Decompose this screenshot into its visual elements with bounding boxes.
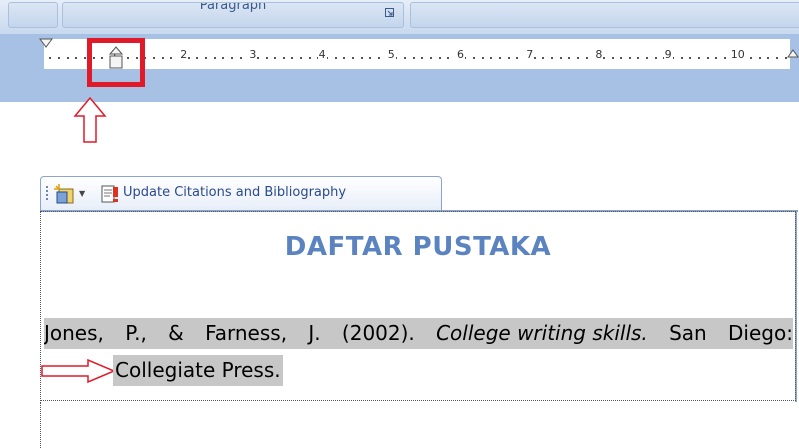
ruler-dot xyxy=(352,57,354,59)
ruler-dot xyxy=(377,57,380,59)
ruler-dot xyxy=(568,57,571,59)
reference-word: P., xyxy=(125,321,147,345)
ruler-dot xyxy=(308,57,311,59)
reference-line-2[interactable]: Collegiate Press. xyxy=(113,355,283,386)
ruler-dot xyxy=(360,57,363,59)
ruler-dot xyxy=(680,57,683,59)
ruler-dot xyxy=(412,57,415,59)
ruler-left-margin xyxy=(0,39,44,69)
ruler-dot xyxy=(153,57,156,59)
ruler-dot xyxy=(369,57,372,59)
ruler-dot xyxy=(628,57,631,59)
ruler-dot xyxy=(758,57,761,59)
ruler-dot xyxy=(654,57,657,59)
grip-icon xyxy=(46,186,50,200)
dialog-launcher-icon[interactable] xyxy=(385,8,395,18)
ruler-dot xyxy=(620,57,623,59)
reference-word: J. xyxy=(308,321,321,345)
ruler-dot xyxy=(239,57,242,59)
ruler-dot xyxy=(611,57,614,59)
reference-word: San xyxy=(669,321,707,345)
chevron-down-icon[interactable]: ▼ xyxy=(79,189,85,198)
ruler-dot xyxy=(300,57,303,59)
ruler-number: 8 xyxy=(594,48,604,61)
reference-word: Diego: xyxy=(728,321,793,345)
ruler-dot xyxy=(585,57,588,59)
ruler-dot xyxy=(775,57,778,59)
ruler-number: 3 xyxy=(248,48,258,61)
ruler-dot xyxy=(438,57,441,59)
highlight-box-annotation xyxy=(87,38,145,87)
ruler-dot xyxy=(291,57,294,59)
ruler-dot xyxy=(490,57,493,59)
ruler-dot xyxy=(767,57,770,59)
ruler-dot xyxy=(222,57,225,59)
ruler-dot xyxy=(57,57,60,59)
ruler-dot xyxy=(170,57,173,59)
ruler-number: 9 xyxy=(663,48,673,61)
ruler-dot xyxy=(576,57,579,59)
ruler-dot xyxy=(274,57,277,59)
ruler-number: 6 xyxy=(456,48,465,61)
ruler-dot xyxy=(550,57,553,59)
ruler-dot xyxy=(689,57,692,59)
ruler-dot xyxy=(213,57,216,59)
ruler-dot xyxy=(698,57,700,59)
ruler-dot xyxy=(403,57,406,59)
ruler-number: 10 xyxy=(729,48,746,61)
reference-title: College writing skills. xyxy=(436,321,648,345)
ribbon-group-left xyxy=(8,2,58,28)
citation-toolbar: ▼ Update Citations and Bibliography xyxy=(40,176,442,211)
ruler-number: 5 xyxy=(386,48,396,61)
ruler-dot xyxy=(66,57,69,59)
reference-word: & xyxy=(168,321,184,345)
paragraph-group-label: Paragraph xyxy=(62,2,404,28)
first-line-indent-marker[interactable] xyxy=(39,38,53,48)
reference-word: (2002). xyxy=(341,321,415,345)
ribbon-group-right xyxy=(410,2,799,28)
ruler-dot xyxy=(334,57,337,59)
ruler-dot xyxy=(481,57,484,59)
up-arrow-annotation-icon xyxy=(73,96,107,143)
ruler-number: 7 xyxy=(525,48,535,61)
right-arrow-annotation-icon xyxy=(41,358,116,384)
ruler-dot xyxy=(749,57,752,59)
reference-line-1[interactable]: Jones, P., & Farness, J. (2002). College writi… xyxy=(44,318,793,349)
ruler-number: 4 xyxy=(317,48,327,61)
ruler-dot xyxy=(559,57,562,59)
ruler-dot xyxy=(473,57,476,59)
ruler-dot xyxy=(715,57,718,59)
ruler-dot xyxy=(282,57,285,59)
ruler-dot xyxy=(499,57,502,59)
ruler-dot xyxy=(161,57,164,59)
bibliography-icon[interactable] xyxy=(53,183,77,205)
ruler-dot xyxy=(516,57,519,59)
ruler-dot xyxy=(706,57,709,59)
ruler-dot xyxy=(83,57,86,59)
ruler-dot xyxy=(429,57,432,59)
ruler-dot xyxy=(507,57,510,59)
ruler-dot xyxy=(49,57,52,59)
reference-word: Jones, xyxy=(44,321,104,345)
ruler-dot xyxy=(230,57,233,59)
ruler-dot xyxy=(421,57,424,59)
ruler-dot xyxy=(447,57,450,59)
reference-word: Farness, xyxy=(205,321,288,345)
ruler-dot xyxy=(204,57,207,59)
ruler-dot xyxy=(196,57,199,59)
ruler-number: 2 xyxy=(179,48,189,61)
ruler-dot xyxy=(343,57,346,59)
ruler-dot xyxy=(637,57,640,59)
ruler-dot xyxy=(723,57,726,59)
update-citations-label[interactable]: Update Citations and Bibliography xyxy=(123,185,346,200)
ribbon-strip: Paragraph xyxy=(0,0,799,35)
document-margin-guide xyxy=(40,402,43,448)
ruler-dot xyxy=(646,57,649,59)
right-indent-marker[interactable] xyxy=(786,48,799,68)
bibliography-heading[interactable]: DAFTAR PUSTAKA xyxy=(40,232,796,262)
ruler-dot xyxy=(542,57,545,59)
ruler-dot xyxy=(75,57,78,59)
ruler-dot xyxy=(265,57,268,59)
update-citations-icon[interactable] xyxy=(99,183,121,205)
